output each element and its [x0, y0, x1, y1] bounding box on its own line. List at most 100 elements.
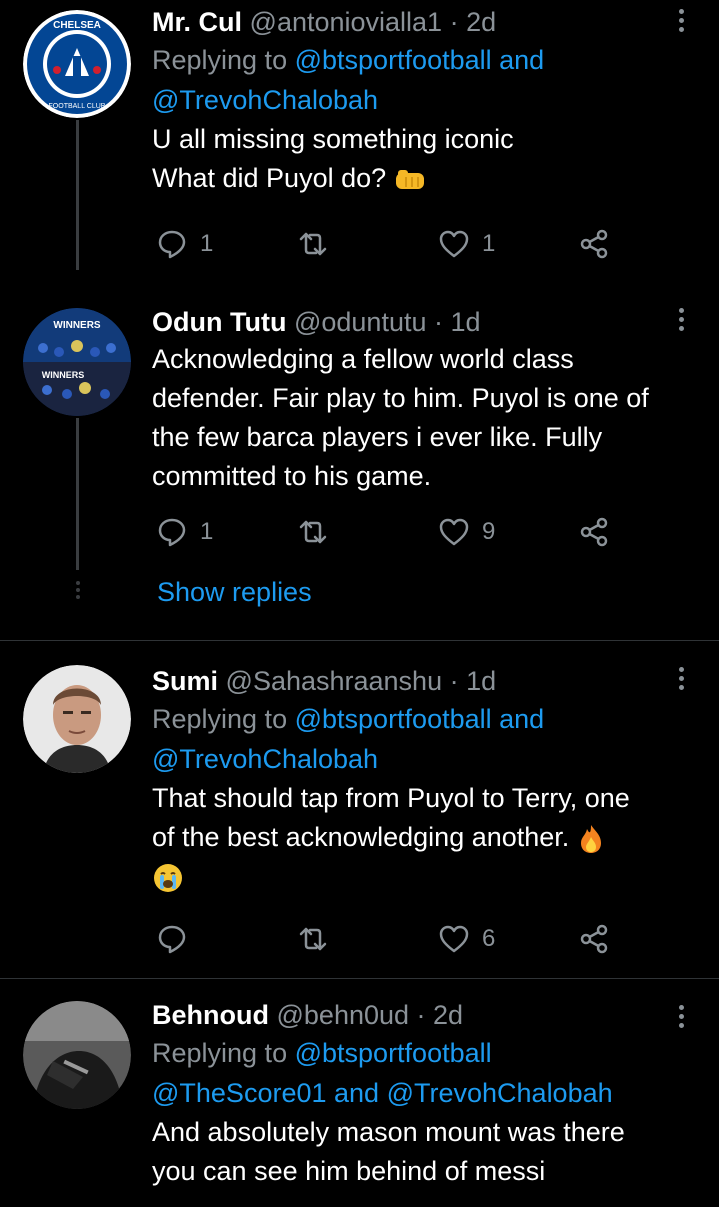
tweet-text-line: you can see him behind of messi: [152, 1156, 546, 1186]
avatar-text-top: WINNERS: [53, 320, 101, 331]
fist-emoji-icon: [395, 169, 424, 189]
tweet-mr-cul[interactable]: CHELSEA FOOTBALL CLUB Mr. Cul @antoniovi…: [0, 0, 719, 300]
share-icon: [580, 924, 608, 954]
mention-link[interactable]: @TrevohChalobah: [152, 85, 378, 115]
reply-count: 1: [200, 230, 214, 257]
tweet-text-line: of the best acknowledging another.: [152, 822, 570, 852]
avatar[interactable]: [23, 665, 131, 773]
share-icon: [580, 517, 608, 547]
reply-button[interactable]: 1: [156, 226, 213, 262]
tweet-actions: 1 9: [152, 514, 632, 550]
svg-text:CHELSEA: CHELSEA: [53, 20, 101, 31]
tweet-text: Acknowledging a fellow world class defen…: [152, 340, 679, 496]
display-name[interactable]: Behnoud: [152, 1000, 269, 1030]
replying-to: Replying to @btsportfootball @TheScore01…: [152, 1033, 679, 1113]
fire-emoji-icon: [580, 824, 601, 853]
show-replies-link[interactable]: Show replies: [157, 577, 312, 608]
avatar-text-bottom: WINNERS: [42, 370, 85, 380]
more-options-icon[interactable]: [677, 1005, 685, 1032]
avatar[interactable]: [23, 1001, 131, 1109]
replying-to-label: Replying to: [152, 1038, 288, 1068]
reply-icon: [158, 518, 186, 547]
thread-line: [76, 120, 79, 270]
display-name[interactable]: Mr. Cul: [152, 7, 242, 37]
timestamp[interactable]: · 2d: [450, 7, 497, 37]
tweet-text-line: That should tap from Puyol to Terry, one: [152, 783, 630, 813]
timestamp[interactable]: · 1d: [450, 666, 497, 696]
tweet-text-line: defender. Fair play to him. Puyol is one…: [152, 383, 649, 413]
tweet-sumi[interactable]: Sumi @Sahashraanshu · 1d Replying to @bt…: [0, 641, 719, 978]
mention-link[interactable]: @btsportfootball: [295, 1038, 492, 1068]
share-button[interactable]: [578, 226, 610, 262]
handle[interactable]: @antoniovialla1: [250, 7, 443, 37]
tweet-text-line: What did Puyol do?: [152, 163, 387, 193]
reply-button[interactable]: [156, 921, 200, 957]
share-button[interactable]: [578, 921, 610, 957]
retweet-icon: [299, 232, 327, 256]
timestamp[interactable]: · 2d: [417, 1000, 464, 1030]
mention-link[interactable]: @TheScore01: [152, 1078, 327, 1108]
reply-icon: [158, 925, 186, 954]
chelsea-crest-icon: CHELSEA FOOTBALL CLUB: [23, 10, 131, 118]
retweet-button[interactable]: [297, 921, 341, 957]
mention-link[interactable]: @TrevohChalobah: [387, 1078, 613, 1108]
like-count: 6: [482, 925, 496, 952]
share-button[interactable]: [578, 514, 610, 550]
tweet-header: Odun Tutu @oduntutu · 1d: [152, 304, 679, 340]
tweet-odun-tutu[interactable]: WINNERS WINNERS Odun Tutu @oduntutu · 1d…: [0, 300, 719, 640]
handle[interactable]: @behn0ud: [277, 1000, 410, 1030]
reply-button[interactable]: 1: [156, 514, 213, 550]
retweet-icon: [299, 927, 327, 951]
thread-line: [76, 418, 79, 570]
svg-text:FOOTBALL CLUB: FOOTBALL CLUB: [49, 103, 106, 110]
timestamp[interactable]: · 1d: [434, 307, 481, 337]
crying-emoji-icon: [154, 863, 182, 892]
man-portrait-icon: [23, 665, 131, 773]
like-count: 1: [482, 230, 496, 257]
avatar[interactable]: CHELSEA FOOTBALL CLUB: [23, 10, 131, 118]
mention-link[interactable]: @btsportfootball and: [295, 704, 545, 734]
like-button[interactable]: 1: [438, 226, 495, 262]
reply-icon: [158, 230, 186, 259]
handle[interactable]: @Sahashraanshu: [226, 666, 443, 696]
mention-link[interactable]: @TrevohChalobah: [152, 744, 378, 774]
more-options-icon[interactable]: [677, 667, 685, 694]
tweet-actions: 1 1: [152, 226, 632, 262]
tweet-actions: 6: [152, 921, 632, 957]
mention-link[interactable]: @btsportfootball and: [295, 45, 545, 75]
like-button[interactable]: 6: [438, 921, 495, 957]
display-name[interactable]: Sumi: [152, 666, 218, 696]
like-button[interactable]: 9: [438, 514, 495, 550]
tweet-text: That should tap from Puyol to Terry, one…: [152, 779, 679, 896]
heart-icon: [439, 925, 469, 953]
tweet-text-line: Acknowledging a fellow world class: [152, 344, 574, 374]
avatar[interactable]: WINNERS WINNERS: [23, 308, 131, 416]
retweet-icon: [299, 520, 327, 544]
tweet-header: Mr. Cul @antoniovialla1 · 2d: [152, 4, 679, 40]
tweet-text-line: And absolutely mason mount was there: [152, 1117, 625, 1147]
heart-icon: [439, 230, 469, 258]
retweet-button[interactable]: [297, 514, 341, 550]
tweet-text: U all missing something iconic What did …: [152, 120, 679, 198]
tweet-header: Sumi @Sahashraanshu · 1d: [152, 663, 679, 699]
share-icon: [580, 229, 608, 259]
more-options-icon[interactable]: [677, 9, 685, 36]
handle[interactable]: @oduntutu: [294, 307, 427, 337]
more-options-icon[interactable]: [677, 308, 685, 335]
tweet-behnoud[interactable]: Behnoud @behn0ud · 2d Replying to @btspo…: [0, 979, 719, 1207]
tweet-text-line: U all missing something iconic: [152, 124, 514, 154]
display-name[interactable]: Odun Tutu: [152, 307, 286, 337]
like-count: 9: [482, 518, 496, 545]
tweet-content: Behnoud @behn0ud · 2d Replying to @btspo…: [152, 997, 679, 1191]
mention-and: and: [334, 1078, 380, 1108]
thread-continuation-dots: [74, 578, 81, 602]
replying-to: Replying to @btsportfootball and @Trevoh…: [152, 699, 679, 779]
reply-count: 1: [200, 518, 214, 545]
tweet-content: Odun Tutu @oduntutu · 1d Acknowledging a…: [152, 304, 679, 496]
retweet-button[interactable]: [297, 226, 341, 262]
heart-icon: [439, 518, 469, 546]
tweet-content: Sumi @Sahashraanshu · 1d Replying to @bt…: [152, 663, 679, 896]
tweet-content: Mr. Cul @antoniovialla1 · 2d Replying to…: [152, 4, 679, 198]
tweet-text: And absolutely mason mount was there you…: [152, 1113, 679, 1191]
tweet-header: Behnoud @behn0ud · 2d: [152, 997, 679, 1033]
